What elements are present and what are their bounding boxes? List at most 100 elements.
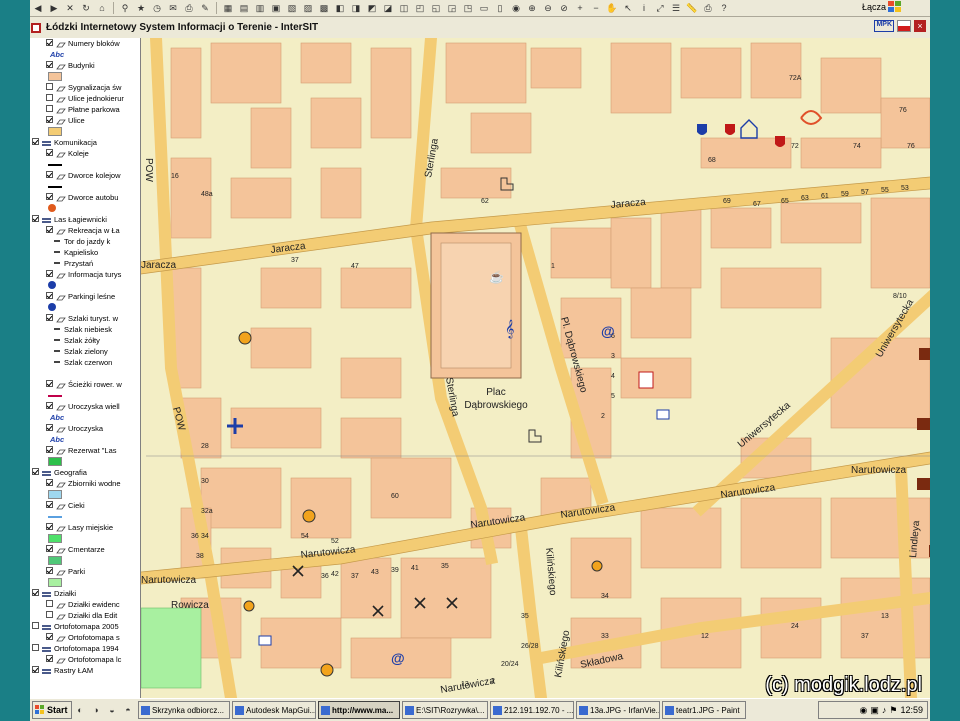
legend-label[interactable]: Sygnalizacja św <box>68 82 121 93</box>
map-tool-icon[interactable]: ⊖ <box>541 2 555 14</box>
tray-icon[interactable]: ▣ <box>870 705 879 716</box>
layer-checkbox[interactable] <box>46 292 53 299</box>
map-tool-icon[interactable]: ◨ <box>349 2 363 14</box>
legend-label[interactable]: Działki dla Edit <box>68 610 117 621</box>
map-canvas[interactable]: POW POW Sterlinga Sterlinga Jaracza Jara… <box>141 38 930 698</box>
map-tool-icon[interactable]: ◧ <box>333 2 347 14</box>
government-emblem-icon[interactable] <box>638 371 654 389</box>
forward-icon[interactable]: ▶ <box>47 2 61 14</box>
legend-label[interactable]: Parkingi leśne <box>68 291 115 302</box>
measure-icon[interactable]: 📏 <box>685 2 699 14</box>
print-map-icon[interactable]: ⎙ <box>701 2 715 14</box>
layer-checkbox[interactable] <box>46 94 53 101</box>
refresh-icon[interactable]: ↻ <box>79 2 93 14</box>
legend-label[interactable]: Komunikacja <box>54 137 97 148</box>
coat-of-arms-icon[interactable] <box>775 136 785 147</box>
quick-launch-icon[interactable]: ◐ <box>73 704 87 716</box>
legend-label[interactable]: Rekreacja w Ła <box>68 225 120 236</box>
layer-checkbox[interactable] <box>46 380 53 387</box>
layer-checkbox[interactable] <box>46 600 53 607</box>
post-office-icon[interactable] <box>656 409 670 420</box>
layer-checkbox[interactable] <box>46 116 53 123</box>
coat-of-arms-icon[interactable] <box>697 124 707 135</box>
help-icon[interactable]: ? <box>717 2 731 14</box>
coat-of-arms-icon[interactable] <box>725 124 735 135</box>
taskbar-button[interactable]: Autodesk MapGui... <box>232 701 316 719</box>
cafe-icon[interactable]: ☕ <box>489 269 504 284</box>
layer-checkbox[interactable] <box>46 226 53 233</box>
edit-icon[interactable]: ✎ <box>198 2 212 14</box>
map-tool-icon[interactable]: ▣ <box>269 2 283 14</box>
internet-cafe-icon[interactable]: @ <box>391 650 405 666</box>
start-button[interactable]: Start <box>32 701 72 719</box>
layer-checkbox[interactable] <box>32 666 39 673</box>
layer-checkbox[interactable] <box>32 468 39 475</box>
layer-checkbox[interactable] <box>32 622 39 629</box>
map-tool-icon[interactable]: ◱ <box>429 2 443 14</box>
layer-checkbox[interactable] <box>46 545 53 552</box>
layer-checkbox[interactable] <box>46 501 53 508</box>
theater-icon[interactable] <box>238 331 252 345</box>
theater-icon[interactable] <box>302 509 316 523</box>
map-tool-icon[interactable]: ⊕ <box>525 2 539 14</box>
zoom-out-icon[interactable]: − <box>589 2 603 14</box>
history-icon[interactable]: ◷ <box>150 2 164 14</box>
legend-label[interactable]: Ortofotomapa s <box>68 632 120 643</box>
theater-icon[interactable] <box>591 560 603 572</box>
select-arrow-icon[interactable]: ↖ <box>621 2 635 14</box>
legend-label[interactable]: Geografia <box>54 467 87 478</box>
taskbar-button[interactable]: Skrzynka odbiorcz... <box>138 701 230 719</box>
links-label[interactable]: Łącza <box>862 2 886 12</box>
map-tool-icon[interactable]: ◰ <box>413 2 427 14</box>
map-tool-icon[interactable]: ▭ <box>477 2 491 14</box>
quick-launch-icon[interactable]: ◒ <box>105 704 119 716</box>
mail-icon[interactable]: ✉ <box>166 2 180 14</box>
zoom-in-icon[interactable]: + <box>573 2 587 14</box>
legend-label[interactable]: Lasy miejskie <box>68 522 113 533</box>
layer-checkbox[interactable] <box>46 61 53 68</box>
zoom-extent-icon[interactable]: ⤢ <box>653 2 667 14</box>
layer-checkbox[interactable] <box>46 270 53 277</box>
taskbar-button[interactable]: teatr1.JPG - Paint <box>662 701 746 719</box>
tray-icon[interactable]: ⚑ <box>889 705 897 716</box>
internet-cafe-icon[interactable]: @ <box>601 323 615 339</box>
legend-label[interactable]: Las Łagiewnicki <box>54 214 107 225</box>
legend-label[interactable]: Uroczyska <box>68 423 103 434</box>
layer-checkbox[interactable] <box>46 424 53 431</box>
map-tool-icon[interactable]: ▧ <box>285 2 299 14</box>
taskbar-button[interactable]: http://www.ma... <box>318 701 400 719</box>
legend-label[interactable]: Ulice <box>68 115 85 126</box>
map-tool-icon[interactable]: ▦ <box>221 2 235 14</box>
layer-checkbox[interactable] <box>46 105 53 112</box>
theater-icon[interactable] <box>320 663 334 677</box>
back-icon[interactable]: ◀ <box>31 2 45 14</box>
legend-label[interactable]: Rastry ŁAM <box>54 665 93 676</box>
quick-launch-icon[interactable]: ◑ <box>89 704 103 716</box>
clock[interactable]: 12:59 <box>900 705 923 715</box>
map-tool-icon[interactable]: ◫ <box>397 2 411 14</box>
map-tool-icon[interactable]: ▥ <box>253 2 267 14</box>
map-tool-icon[interactable]: ◩ <box>365 2 379 14</box>
map-tool-icon[interactable]: ◳ <box>461 2 475 14</box>
quick-launch-icon[interactable]: ◓ <box>121 704 135 716</box>
map-tool-icon[interactable]: ⊘ <box>557 2 571 14</box>
tray-icon[interactable]: ◉ <box>860 705 868 716</box>
legend-label[interactable]: Zbiorniki wodne <box>68 478 121 489</box>
legend-label[interactable]: Szlaki turyst. w <box>68 313 118 324</box>
layers-icon[interactable]: ☰ <box>669 2 683 14</box>
legend-label[interactable]: Działki <box>54 588 76 599</box>
legend-label[interactable]: Cmentarze <box>68 544 105 555</box>
legend-label[interactable]: Cieki <box>68 500 85 511</box>
layer-checkbox[interactable] <box>46 523 53 530</box>
music-icon[interactable]: 𝄞 <box>505 320 514 339</box>
close-icon[interactable]: × <box>914 20 926 32</box>
layer-checkbox[interactable] <box>46 149 53 156</box>
map-tool-icon[interactable]: ▩ <box>317 2 331 14</box>
legend-label[interactable]: Parki <box>68 566 85 577</box>
layer-checkbox[interactable] <box>46 39 53 46</box>
hotel-icon[interactable] <box>919 348 930 360</box>
legend-label[interactable]: Ulice jednokierur <box>68 93 124 104</box>
layer-checkbox[interactable] <box>46 446 53 453</box>
legend-label[interactable]: Działki ewidenc <box>68 599 120 610</box>
hotel-icon[interactable] <box>917 478 930 490</box>
